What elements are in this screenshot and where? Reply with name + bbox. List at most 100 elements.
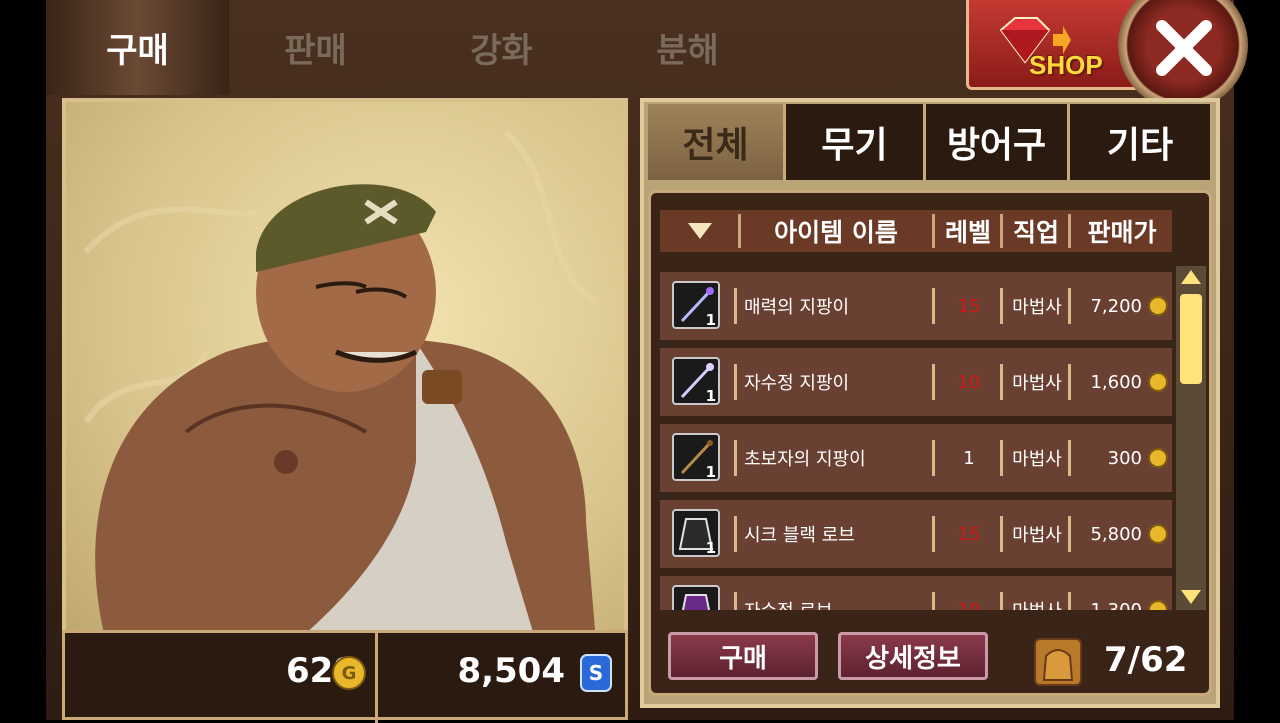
item-class: 마법사 (1012, 373, 1062, 394)
bag-icon (1042, 649, 1074, 681)
scroll-thumb[interactable] (1180, 294, 1202, 384)
merchant-illustration (83, 129, 598, 638)
gold-coin-icon (1148, 600, 1168, 610)
item-name: 자수정 로브 (744, 576, 833, 610)
item-price: 1,300 (1090, 599, 1142, 611)
item-name: 초보자의 지팡이 (744, 449, 866, 470)
row-divider (932, 440, 935, 476)
item-class: 마법사 (1012, 297, 1062, 318)
inventory-bag-icon[interactable] (1034, 638, 1082, 686)
item-level: 1 (963, 447, 975, 469)
currency-bar: 629 G 8,504 S (62, 630, 628, 723)
gold-coin-icon (1148, 524, 1168, 544)
tab-enhance[interactable]: 강화 (410, 0, 593, 95)
item-quantity: 1 (705, 311, 716, 329)
row-divider (734, 592, 737, 610)
item-rows: 1 매력의 지팡이 15 마법사 7,200 1 자수정 지팡이 10 마법사 … (660, 266, 1172, 610)
header-item-name[interactable]: 아이템 이름 (740, 210, 932, 252)
item-name: 시크 블랙 로브 (744, 525, 855, 546)
scroll-up-icon[interactable] (1179, 268, 1203, 286)
category-armor[interactable]: 방어구 (926, 104, 1070, 180)
header-divider (932, 214, 935, 248)
category-other[interactable]: 기타 (1070, 104, 1210, 180)
list-item[interactable]: 1 매력의 지팡이 15 마법사 7,200 (660, 272, 1172, 340)
item-slot: 1 (672, 509, 720, 557)
robe-icon (681, 594, 711, 610)
list-item[interactable]: 1 자수정 지팡이 10 마법사 1,600 (660, 348, 1172, 416)
buy-button[interactable]: 구매 (668, 632, 818, 680)
row-divider (932, 592, 935, 610)
header-divider (1000, 214, 1003, 248)
close-icon (1156, 20, 1212, 76)
row-divider (1068, 592, 1071, 610)
npc-portrait (62, 98, 628, 638)
list-item[interactable]: 1 초보자의 지팡이 1 마법사 300 (660, 424, 1172, 492)
row-divider (734, 288, 737, 324)
shop-label: SHOP (1029, 50, 1103, 80)
tab-disassemble[interactable]: 분해 (596, 0, 779, 95)
inventory-count: 7/62 (1104, 640, 1188, 680)
item-price: 7,200 (1090, 295, 1142, 317)
tab-sell[interactable]: 판매 (224, 0, 407, 95)
gold-coin-icon (1148, 448, 1168, 468)
item-slot: 1 (672, 281, 720, 329)
row-divider (1068, 516, 1071, 552)
row-divider (932, 364, 935, 400)
list-item[interactable]: 1 시크 블랙 로브 15 마법사 5,800 (660, 500, 1172, 568)
list-item[interactable]: 1 자수정 로브 10 마법사 1,300 (660, 576, 1172, 610)
sort-arrow-icon (688, 223, 712, 239)
svg-text:G: G (342, 663, 357, 684)
list-scrollbar[interactable] (1176, 266, 1206, 610)
item-price: 1,600 (1090, 371, 1142, 393)
gold-coin-icon (1148, 372, 1168, 392)
item-class: 마법사 (1012, 449, 1062, 470)
row-divider (1068, 288, 1071, 324)
item-level: 15 (957, 523, 981, 545)
category-all[interactable]: 전체 (648, 104, 786, 180)
header-divider (1068, 214, 1071, 248)
item-quantity: 1 (705, 463, 716, 481)
row-divider (932, 516, 935, 552)
row-divider (1000, 440, 1003, 476)
row-divider (1000, 364, 1003, 400)
item-class: 마법사 (1004, 576, 1070, 610)
item-price: 300 (1107, 447, 1142, 469)
silver-gem-icon: S (580, 654, 612, 692)
item-class: 마법사 (1012, 525, 1062, 546)
header-class[interactable]: 직업 (1004, 210, 1068, 252)
item-name: 자수정 지팡이 (744, 373, 850, 394)
item-level: 10 (957, 371, 981, 393)
shop-button[interactable]: SHOP (966, 0, 1142, 90)
gold-coin-icon (1148, 296, 1168, 316)
row-divider (734, 364, 737, 400)
item-slot: 1 (672, 585, 720, 610)
item-slot: 1 (672, 357, 720, 405)
list-header: 아이템 이름 레벨 직업 판매가 (660, 210, 1172, 252)
svg-text:S: S (589, 661, 603, 685)
scroll-down-icon[interactable] (1179, 588, 1203, 606)
item-price: 5,800 (1090, 523, 1142, 545)
item-name: 매력의 지팡이 (744, 297, 850, 318)
header-level[interactable]: 레벨 (936, 210, 1000, 252)
category-weapon[interactable]: 무기 (786, 104, 926, 180)
row-divider (1068, 440, 1071, 476)
tab-buy[interactable]: 구매 (46, 0, 229, 95)
row-divider (734, 440, 737, 476)
silver-amount: 8,504 (457, 651, 565, 691)
item-level: 15 (957, 295, 981, 317)
row-divider (734, 516, 737, 552)
row-divider (1000, 592, 1003, 610)
currency-divider (375, 633, 378, 723)
item-level: 10 (957, 599, 981, 611)
header-price[interactable]: 판매가 (1072, 210, 1172, 252)
item-quantity: 1 (705, 539, 716, 557)
row-divider (1068, 364, 1071, 400)
item-quantity: 1 (705, 387, 716, 405)
row-divider (932, 288, 935, 324)
item-slot: 1 (672, 433, 720, 481)
row-divider (1000, 288, 1003, 324)
gold-coin-icon: G (332, 656, 366, 690)
row-divider (1000, 516, 1003, 552)
sort-button[interactable] (660, 210, 740, 252)
detail-button[interactable]: 상세정보 (838, 632, 988, 680)
